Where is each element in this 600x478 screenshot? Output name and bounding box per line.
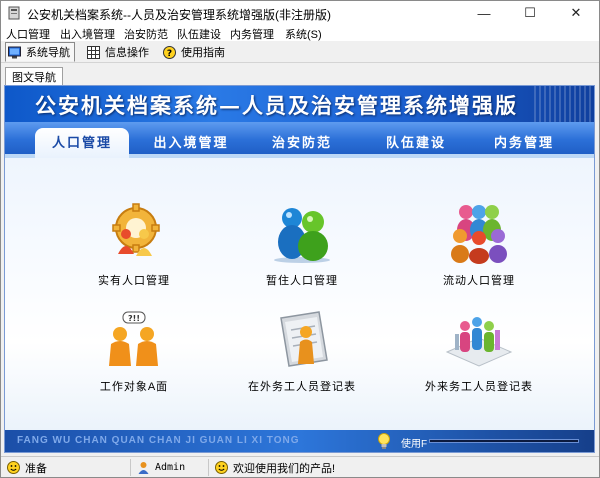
banner-decoration xyxy=(534,86,594,122)
module-temporary-population[interactable]: 暂住人口管理 xyxy=(227,202,377,302)
maximize-icon: ☐ xyxy=(524,5,536,20)
svg-text:?!!: ?!! xyxy=(128,314,140,323)
status-welcome-label: 欢迎使用我们的产品! xyxy=(233,462,336,475)
banner: 公安机关档案系统—人员及治安管理系统增强版 xyxy=(5,86,594,122)
close-button[interactable]: ✕ xyxy=(553,1,599,25)
tab-internal-affairs[interactable]: 内务管理 xyxy=(479,128,569,158)
group-board-icon xyxy=(445,317,513,367)
menu-system[interactable]: 系统(S) xyxy=(285,26,322,42)
tab-team-building[interactable]: 队伍建设 xyxy=(371,128,461,158)
module-work-target[interactable]: ?!! 工作对象A面 xyxy=(59,308,209,408)
minimize-button[interactable]: — xyxy=(461,1,507,25)
tab-population[interactable]: 人口管理 xyxy=(35,128,129,158)
user-guide-button[interactable]: ? 使用指南 xyxy=(161,42,233,62)
lightbulb-icon xyxy=(378,433,390,449)
footer-pinyin: FANG WU CHAN QUAN CHAN JI GUAN LI XI TON… xyxy=(17,435,300,446)
menu-bar: 人口管理 出入境管理 治安防范 队伍建设 内务管理 系统(S) xyxy=(1,25,599,41)
smiley-icon xyxy=(215,461,228,474)
app-icon xyxy=(8,6,20,20)
smiley-icon xyxy=(7,461,20,474)
system-navigation-label: 系统导航 xyxy=(26,47,70,59)
monitor-icon xyxy=(8,46,21,58)
two-people-icon xyxy=(274,208,330,263)
system-navigation-button[interactable]: 系统导航 xyxy=(5,42,75,62)
minimize-icon: — xyxy=(477,5,491,21)
window-title: 公安机关档案系统--人员及治安管理系统增强版(非注册版) xyxy=(27,8,331,22)
module-label: 流动人口管理 xyxy=(443,275,515,287)
grid-icon xyxy=(87,45,100,59)
help-icon: ? xyxy=(163,45,176,59)
close-icon: ✕ xyxy=(570,5,582,20)
toolbar: 系统导航 信息操作 ? 使用指南 xyxy=(1,41,599,63)
module-registered-population[interactable]: 实有人口管理 xyxy=(59,202,209,302)
module-tabs: 人口管理 出入境管理 治安防范 队伍建设 内务管理 xyxy=(5,122,594,158)
module-label: 暂住人口管理 xyxy=(266,275,338,287)
menu-internal-affairs[interactable]: 内务管理 xyxy=(230,26,274,42)
module-label: 实有人口管理 xyxy=(98,275,170,287)
module-label: 工作对象A面 xyxy=(99,381,169,393)
menu-team-building[interactable]: 队伍建设 xyxy=(177,26,221,42)
sub-tab-bar: 图文导航 xyxy=(1,64,599,85)
status-bar: 准备 Admin 欢迎使用我们的产品! xyxy=(1,456,599,477)
status-user-label: Admin xyxy=(155,462,186,473)
tab-immigration[interactable]: 出入境管理 xyxy=(139,128,243,158)
title-bar: 公安机关档案系统--人员及治安管理系统增强版(非注册版) — ☐ ✕ xyxy=(1,1,599,25)
status-ready-label: 准备 xyxy=(25,462,47,475)
status-user: Admin xyxy=(133,459,209,476)
tab-graphic-navigation[interactable]: 图文导航 xyxy=(5,67,63,85)
banner-title: 公安机关档案系统—人员及治安管理系统增强版 xyxy=(35,93,518,118)
footer-strip: FANG WU CHAN QUAN CHAN JI GUAN LI XI TON… xyxy=(5,430,594,452)
menu-population[interactable]: 人口管理 xyxy=(6,26,50,42)
module-migrant-workers-incoming[interactable]: 外来务工人员登记表 xyxy=(404,308,554,408)
info-operation-label: 信息操作 xyxy=(105,47,149,59)
user-icon xyxy=(138,462,149,474)
app-window: 公安机关档案系统--人员及治安管理系统增强版(非注册版) — ☐ ✕ 人口管理 … xyxy=(0,0,600,478)
question-people-icon: ?!! xyxy=(109,311,158,366)
module-label: 在外务工人员登记表 xyxy=(248,381,356,393)
maximize-button[interactable]: ☐ xyxy=(507,1,553,25)
module-floating-population[interactable]: 流动人口管理 xyxy=(404,202,554,302)
crowd-icon xyxy=(451,205,507,264)
info-operation-button[interactable]: 信息操作 xyxy=(85,42,151,62)
module-migrant-workers-abroad[interactable]: 在外务工人员登记表 xyxy=(227,308,377,408)
clipboard-person-icon xyxy=(280,311,328,367)
tab-public-security[interactable]: 治安防范 xyxy=(257,128,347,158)
gear-people-icon xyxy=(112,203,160,256)
usage-progress-bar xyxy=(429,439,579,443)
status-welcome: 欢迎使用我们的产品! xyxy=(211,459,597,476)
navigation-panel: 公安机关档案系统—人员及治安管理系统增强版 人口管理 出入境管理 治安防范 队伍… xyxy=(4,85,595,453)
menu-public-security[interactable]: 治安防范 xyxy=(124,26,168,42)
svg-text:?: ? xyxy=(167,49,172,59)
module-label: 外来务工人员登记表 xyxy=(425,381,533,393)
footer-usage-label: 使用F xyxy=(401,439,428,450)
user-guide-label: 使用指南 xyxy=(181,47,225,59)
status-ready: 准备 xyxy=(3,459,131,476)
menu-immigration[interactable]: 出入境管理 xyxy=(60,26,115,42)
